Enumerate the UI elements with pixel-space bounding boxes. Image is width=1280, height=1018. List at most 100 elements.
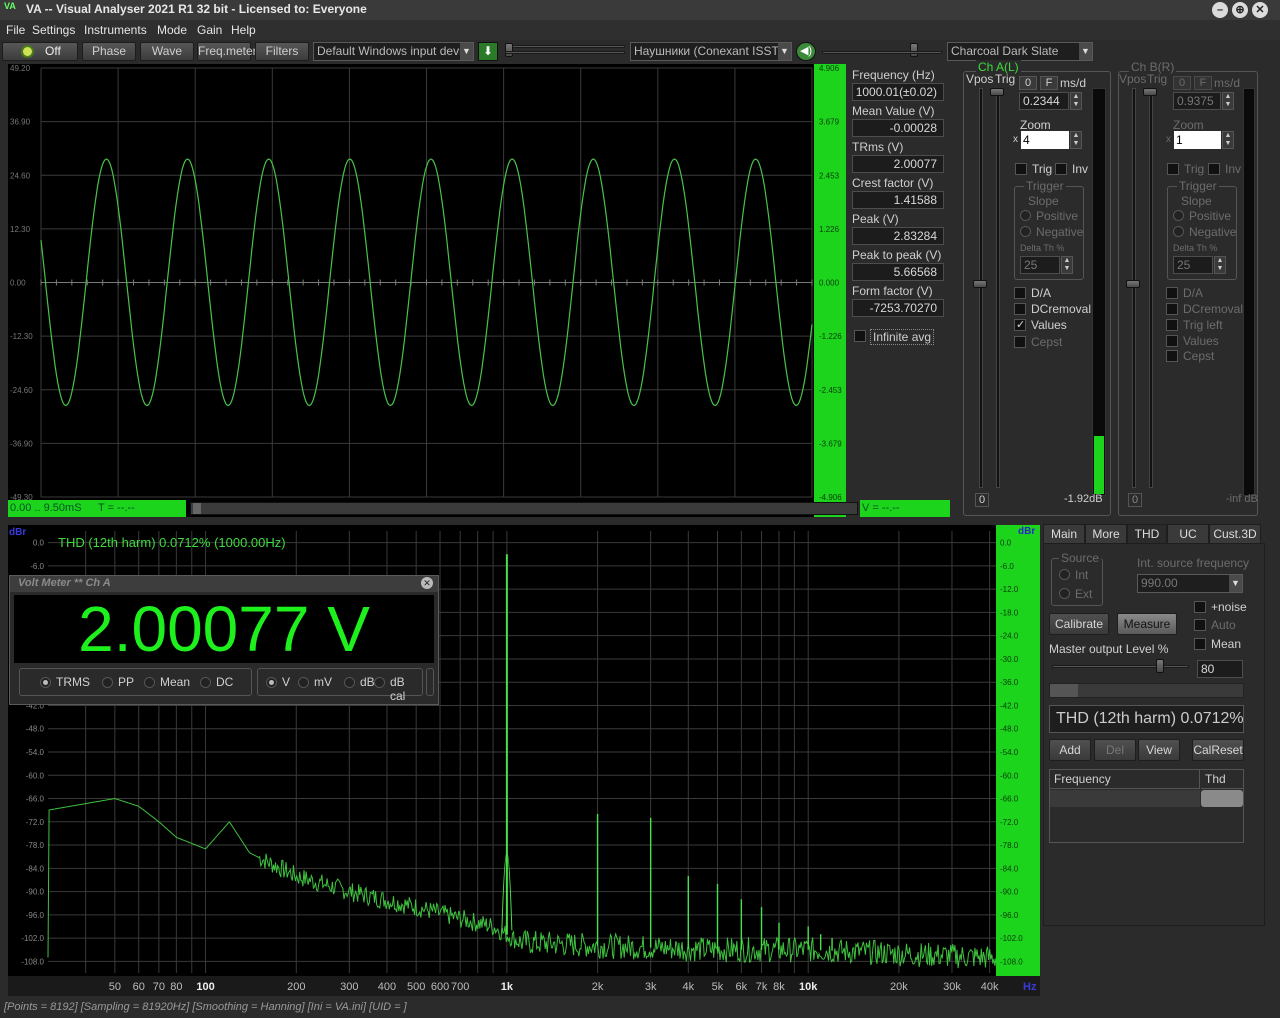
add-button[interactable]: Add [1049,739,1091,761]
infinite-avg-checkbox[interactable] [854,330,866,342]
ch-a-values-checkbox[interactable] [1014,318,1026,331]
tab-more[interactable]: More [1085,524,1127,544]
unit-radio-2[interactable] [344,677,355,688]
scrollbar-thumb[interactable] [193,503,201,514]
volt-meter-titlebar[interactable]: Volt Meter ** Ch A ✕ [10,576,438,592]
ch-a-zoom-input[interactable]: 4 [1021,131,1069,149]
filters-button[interactable]: Filters [255,42,309,61]
ch-b-cepst-checkbox[interactable] [1166,350,1178,362]
source-ext-radio[interactable] [1059,588,1070,599]
master-level-slider[interactable] [1052,665,1189,668]
calibrate-button[interactable]: Calibrate [1049,613,1109,635]
unit-radio-3[interactable] [374,677,385,688]
ch-a-delta-spinner[interactable]: ▲ ▼ [1061,256,1073,274]
del-button[interactable]: Del [1094,739,1136,761]
theme-select[interactable]: Charcoal Dark Slate ▼ [947,42,1093,61]
oscilloscope-plot[interactable]: 49.20 36.90 24.60 12.30 0.00 -12.30 -24.60 -36.… [8,64,846,517]
ch-b-trig-checkbox[interactable] [1167,163,1179,175]
ch-a-msd-input[interactable]: 0.2344 [1019,92,1069,110]
phase-button[interactable]: Phase [82,42,136,61]
mode-radio-2[interactable] [144,677,155,688]
freq-meter-button[interactable]: Freq.meter [197,42,257,61]
ch-b-trig-slider[interactable] [1149,88,1153,488]
ch-b-vpos-slider[interactable] [1132,88,1136,488]
ch-b-values-checkbox[interactable] [1166,335,1178,347]
ch-b-msd-input[interactable]: 0.9375 [1173,92,1221,110]
ch-a-dcremoval-checkbox[interactable] [1014,303,1026,315]
ch-b-inv-checkbox[interactable] [1208,163,1220,175]
mode-radio-0[interactable] [40,677,51,688]
scope-horizontal-scrollbar[interactable] [190,502,858,515]
ch-b-negative-radio[interactable] [1173,226,1184,237]
ch-a-trig-checkbox[interactable] [1015,163,1027,175]
close-icon[interactable]: ✕ [421,577,433,589]
ch-a-trig-slider[interactable] [996,88,1000,488]
tab-cust3d[interactable]: Cust.3D [1209,524,1261,544]
ch-b-trig-thumb[interactable] [1143,88,1157,96]
tab-uc[interactable]: UC [1167,524,1209,544]
table-header-thd[interactable]: Thd (%) [1201,770,1243,804]
output-volume-thumb[interactable] [910,43,918,57]
output-device-select[interactable]: Наушники (Conexant ISST Au ▼ [630,42,792,61]
ch-b-freeze-button[interactable]: F [1194,76,1212,90]
scrollbar-thumb[interactable] [1050,684,1078,697]
ch-b-zoom-spinner[interactable]: ▲ ▼ [1222,131,1234,149]
master-level-thumb[interactable] [1156,659,1164,673]
ch-b-positive-radio[interactable] [1173,210,1184,221]
ch-b-delta-input[interactable]: 25 [1173,256,1213,274]
master-level-input[interactable]: 80 [1197,660,1243,678]
ch-b-zoom-input[interactable]: 1 [1174,131,1221,149]
ch-a-positive-radio[interactable] [1020,210,1031,221]
speaker-icon[interactable]: ◀) [796,42,816,61]
power-button[interactable]: Off [2,42,78,61]
ch-a-zoom-spinner[interactable]: ▲ ▼ [1070,131,1082,149]
thd-table[interactable]: Frequency Thd (%) [1049,769,1244,843]
measure-button[interactable]: Measure [1117,613,1177,635]
menu-file[interactable]: File [6,23,25,37]
ch-b-trig-left-checkbox[interactable] [1166,319,1178,331]
ch-a-vpos-slider[interactable] [979,88,983,488]
maximize-button[interactable]: ⊕ [1232,2,1248,18]
table-row[interactable] [1050,790,1200,807]
ch-b-zero-button[interactable]: 0 [1173,76,1191,90]
ch-a-trig-thumb[interactable] [990,88,1004,96]
ch-b-vpos-thumb[interactable] [1126,280,1140,288]
ch-a-vpos-thumb[interactable] [973,280,987,288]
table-header-frequency[interactable]: Frequency [1050,770,1200,789]
wave-button[interactable]: Wave [140,42,194,61]
mode-radio-3[interactable] [200,677,211,688]
volt-meter-window[interactable]: Volt Meter ** Ch A ✕ 2.00077 V TRMS PP Mea… [9,575,439,705]
ch-a-da-checkbox[interactable] [1014,287,1026,299]
noise-checkbox[interactable] [1194,601,1206,613]
download-icon[interactable]: ⬇ [478,42,498,61]
calreset-button[interactable]: CalReset [1192,739,1244,761]
input-device-select[interactable]: Default Windows input device ▼ [313,42,474,61]
table-cell-selected[interactable] [1201,790,1243,807]
auto-checkbox[interactable] [1194,619,1206,631]
source-int-radio[interactable] [1059,569,1070,580]
menu-mode[interactable]: Mode [157,23,187,37]
ch-a-cepst-checkbox[interactable] [1014,336,1026,348]
minimize-button[interactable]: – [1212,2,1228,18]
ch-a-negative-radio[interactable] [1020,226,1031,237]
ch-a-delta-input[interactable]: 25 [1020,256,1060,274]
tab-main[interactable]: Main [1043,524,1085,544]
unit-radio-1[interactable] [298,677,309,688]
menu-settings[interactable]: Settings [32,23,75,37]
ch-b-msd-spinner[interactable]: ▲ ▼ [1222,92,1234,110]
menu-gain[interactable]: Gain [197,23,222,37]
ch-a-freeze-button[interactable]: F [1040,76,1058,90]
ch-b-dcremoval-checkbox[interactable] [1166,303,1178,315]
mode-radio-1[interactable] [102,677,113,688]
ch-a-zero-button[interactable]: 0 [1019,76,1037,90]
ch-a-inv-checkbox[interactable] [1055,163,1067,175]
close-button[interactable]: ✕ [1252,2,1268,18]
input-volume-thumb[interactable] [505,43,513,57]
oscilloscope-panel[interactable]: 49.20 36.90 24.60 12.30 0.00 -12.30 -24.60 -36.… [8,64,846,517]
ch-b-da-checkbox[interactable] [1166,287,1178,299]
int-freq-select[interactable]: 990.00 ▼ [1137,574,1243,593]
tab-thd[interactable]: THD [1127,524,1167,544]
menu-help[interactable]: Help [231,23,256,37]
master-scrollbar[interactable] [1049,683,1244,698]
mean-checkbox[interactable] [1194,638,1206,650]
